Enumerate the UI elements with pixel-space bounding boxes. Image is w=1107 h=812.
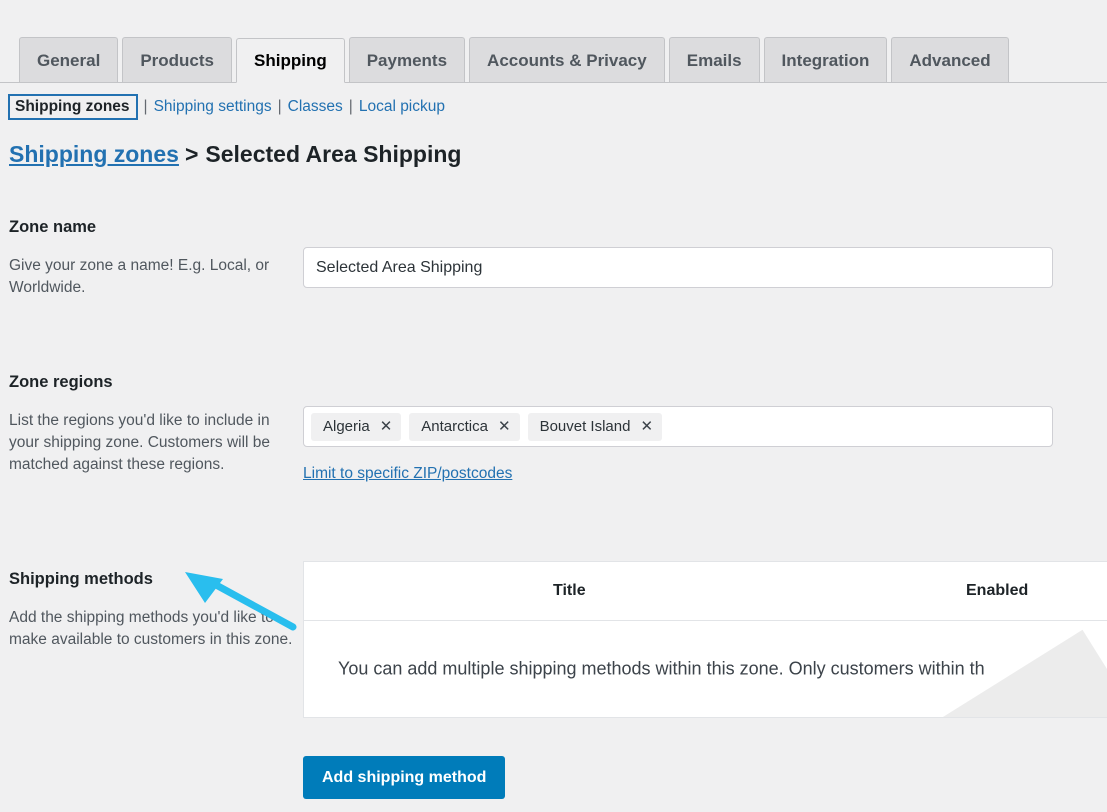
region-chip[interactable]: Bouvet Island ✕ (527, 412, 663, 441)
table-header-row: Title Enabled (304, 562, 1107, 621)
shipping-methods-table: Title Enabled You can add multiple shipp… (303, 561, 1107, 718)
subnav-item-shipping-zones[interactable]: Shipping zones (8, 94, 138, 121)
subnav-item-shipping-settings[interactable]: Shipping settings (154, 98, 272, 116)
breadcrumb-separator: > (184, 141, 199, 167)
breadcrumb-current-zone: Selected Area Shipping (205, 141, 462, 167)
settings-tab-bar: General Products Shipping Payments Accou… (0, 37, 1107, 83)
tab-products[interactable]: Products (122, 37, 232, 82)
subnav-separator-3: | (348, 98, 353, 116)
zone-name-input[interactable] (303, 247, 1053, 288)
region-chip-label: Antarctica (421, 418, 488, 435)
column-header-enabled: Enabled (966, 582, 1029, 599)
breadcrumb-link-shipping-zones[interactable]: Shipping zones (9, 141, 179, 168)
tab-integration[interactable]: Integration (763, 37, 888, 82)
add-shipping-method-button[interactable]: Add shipping method (303, 756, 506, 799)
shipping-methods-heading: Shipping methods (9, 570, 153, 588)
zone-name-heading: Zone name (9, 218, 97, 236)
table-empty-row: You can add multiple shipping methods wi… (304, 621, 1107, 717)
tab-emails[interactable]: Emails (668, 37, 760, 82)
breadcrumb: Shipping zones > Selected Area Shipping (9, 141, 461, 168)
zone-regions-heading: Zone regions (9, 373, 113, 391)
close-icon[interactable]: ✕ (498, 419, 511, 434)
empty-state-message: You can add multiple shipping methods wi… (338, 658, 985, 679)
region-chip[interactable]: Antarctica ✕ (409, 412, 520, 441)
shipping-methods-label-block: Shipping methods Add the shipping method… (9, 570, 294, 651)
subnav-separator-2: | (277, 98, 282, 116)
subnav-separator-1: | (143, 98, 148, 116)
tab-payments[interactable]: Payments (348, 37, 466, 82)
subnav-item-classes[interactable]: Classes (288, 98, 343, 116)
tab-shipping[interactable]: Shipping (236, 38, 345, 83)
shipping-subnav: Shipping zones | Shipping settings | Cla… (8, 94, 445, 121)
zone-regions-label-block: Zone regions List the regions you'd like… (9, 373, 294, 476)
region-chip[interactable]: Algeria ✕ (311, 412, 402, 441)
close-icon[interactable]: ✕ (380, 419, 393, 434)
zone-regions-description: List the regions you'd like to include i… (9, 411, 271, 473)
shipping-methods-description: Add the shipping methods you'd like to m… (9, 608, 293, 648)
tab-general[interactable]: General (19, 37, 119, 82)
limit-zip-postcodes-link[interactable]: Limit to specific ZIP/postcodes (303, 465, 512, 483)
zone-name-label-block: Zone name Give your zone a name! E.g. Lo… (9, 218, 294, 299)
subnav-item-local-pickup[interactable]: Local pickup (359, 98, 445, 116)
zone-name-description: Give your zone a name! E.g. Local, or Wo… (9, 256, 270, 296)
tab-advanced[interactable]: Advanced (891, 37, 1009, 82)
zone-regions-select[interactable]: Algeria ✕ Antarctica ✕ Bouvet Island ✕ (303, 406, 1053, 447)
region-chip-label: Algeria (323, 418, 370, 435)
zone-name-field-block (303, 247, 1053, 288)
column-header-title: Title (553, 582, 586, 599)
region-chip-label: Bouvet Island (539, 418, 631, 435)
zone-regions-field-block: Algeria ✕ Antarctica ✕ Bouvet Island ✕ L… (303, 406, 1053, 483)
close-icon[interactable]: ✕ (640, 419, 653, 434)
tab-accounts-privacy[interactable]: Accounts & Privacy (469, 37, 665, 82)
